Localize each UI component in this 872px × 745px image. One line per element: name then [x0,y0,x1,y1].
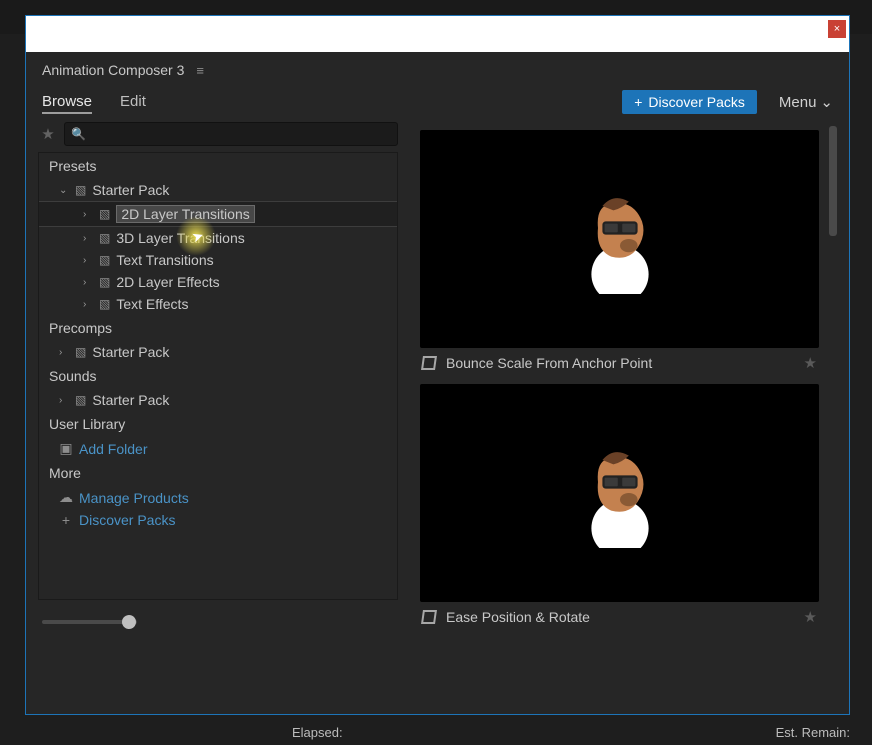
tree-2d-layer-effects[interactable]: › ▧ 2D Layer Effects [39,271,397,293]
close-button[interactable]: × [828,20,846,38]
search-input-container[interactable]: 🔍 [64,122,398,146]
tree-text-transitions[interactable]: › ▧ Text Transitions [39,249,397,271]
tree-section-sounds: Sounds [39,363,397,389]
status-remain-label: Est. Remain: [776,725,850,740]
preview-scrollbar[interactable] [829,122,837,638]
tree-2d-layer-transitions[interactable]: › ▧ 2D Layer Transitions [39,201,397,227]
modal-titlebar: × [26,16,849,52]
tree-label: 3D Layer Transitions [116,230,244,246]
tab-edit[interactable]: Edit [120,91,146,114]
library-tree: Presets ⌄ ▧ Starter Pack › ▧ 2D Layer Tr… [38,152,398,600]
status-bar: Elapsed: Est. Remain: [0,719,872,745]
add-folder-icon: ▣ [59,440,73,457]
chevron-down-icon: ⌄ [820,93,833,111]
tree-section-more: More [39,460,397,486]
slider-knob[interactable] [122,615,136,629]
tree-label: Text Effects [116,296,188,312]
plugin-modal: × Animation Composer 3 ≡ Browse Edit + D… [25,15,850,715]
preview-thumbnail[interactable] [420,130,819,348]
chevron-right-icon: › [83,277,93,288]
preset-type-icon [421,356,437,370]
search-input[interactable] [90,127,391,142]
chevron-right-icon: › [83,233,93,244]
preview-title: Ease Position & Rotate [446,609,590,625]
favorites-filter-icon[interactable]: ★ [38,125,58,143]
folder-icon: ▧ [99,253,110,267]
tree-label: 2D Layer Transitions [116,205,254,223]
panel-menu-icon[interactable]: ≡ [196,63,204,78]
folder-icon: ▧ [99,275,110,289]
favorite-star-icon[interactable]: ★ [804,354,817,372]
tree-starter-pack-presets[interactable]: ⌄ ▧ Starter Pack [39,179,397,201]
preview-item[interactable]: Bounce Scale From Anchor Point ★ [420,130,819,378]
tree-label: Discover Packs [79,512,175,528]
preview-item[interactable]: Ease Position & Rotate ★ [420,384,819,632]
tree-label: Starter Pack [92,182,169,198]
mascot-icon [565,184,675,294]
preview-thumbnail[interactable] [420,384,819,602]
tree-label: Manage Products [79,490,189,506]
tree-label: Starter Pack [92,344,169,360]
plus-icon: + [59,512,73,528]
folder-icon: ▧ [75,183,86,197]
discover-label: Discover Packs [648,94,744,110]
preview-list: Bounce Scale From Anchor Point ★ [410,122,829,638]
tree-label: Starter Pack [92,392,169,408]
chevron-down-icon: ⌄ [59,185,69,196]
cloud-icon: ☁ [59,489,73,506]
preset-type-icon [421,610,437,624]
folder-icon: ▧ [75,393,86,407]
tree-discover-packs[interactable]: + Discover Packs [39,509,397,531]
scrollbar-thumb[interactable] [829,126,837,236]
folder-icon: ▧ [99,297,110,311]
tree-starter-pack-sounds[interactable]: › ▧ Starter Pack [39,389,397,411]
tree-section-user-library: User Library [39,411,397,437]
menu-dropdown[interactable]: Menu ⌄ [779,93,833,111]
panel-title: Animation Composer 3 [42,62,184,78]
tree-label: 2D Layer Effects [116,274,219,290]
panel-header: Animation Composer 3 ≡ [26,52,849,84]
chevron-right-icon: › [83,209,93,220]
tree-manage-products[interactable]: ☁ Manage Products [39,486,397,509]
plus-icon: + [634,94,642,110]
folder-icon: ▧ [75,345,86,359]
chevron-right-icon: › [83,299,93,310]
chevron-right-icon: › [59,347,69,358]
folder-icon: ▧ [99,231,110,245]
top-toolbar: Browse Edit + Discover Packs Menu ⌄ [26,84,849,122]
tree-3d-layer-transitions[interactable]: › ▧ 3D Layer Transitions [39,227,397,249]
status-elapsed-label: Elapsed: [292,725,343,740]
mascot-icon [565,438,675,548]
search-icon: 🔍 [71,127,86,141]
thumbnail-size-slider[interactable] [42,620,137,624]
tab-browse[interactable]: Browse [42,91,92,114]
chevron-right-icon: › [83,255,93,266]
favorite-star-icon[interactable]: ★ [804,608,817,626]
tree-section-precomps: Precomps [39,315,397,341]
tree-starter-pack-precomps[interactable]: › ▧ Starter Pack [39,341,397,363]
discover-packs-button[interactable]: + Discover Packs [622,90,757,114]
menu-label: Menu [779,94,817,111]
tree-add-folder[interactable]: ▣ Add Folder [39,437,397,460]
tree-label: Add Folder [79,441,147,457]
tree-section-presets: Presets [39,153,397,179]
tree-label: Text Transitions [116,252,213,268]
tree-text-effects[interactable]: › ▧ Text Effects [39,293,397,315]
chevron-right-icon: › [59,395,69,406]
preview-title: Bounce Scale From Anchor Point [446,355,652,371]
folder-icon: ▧ [99,207,110,221]
